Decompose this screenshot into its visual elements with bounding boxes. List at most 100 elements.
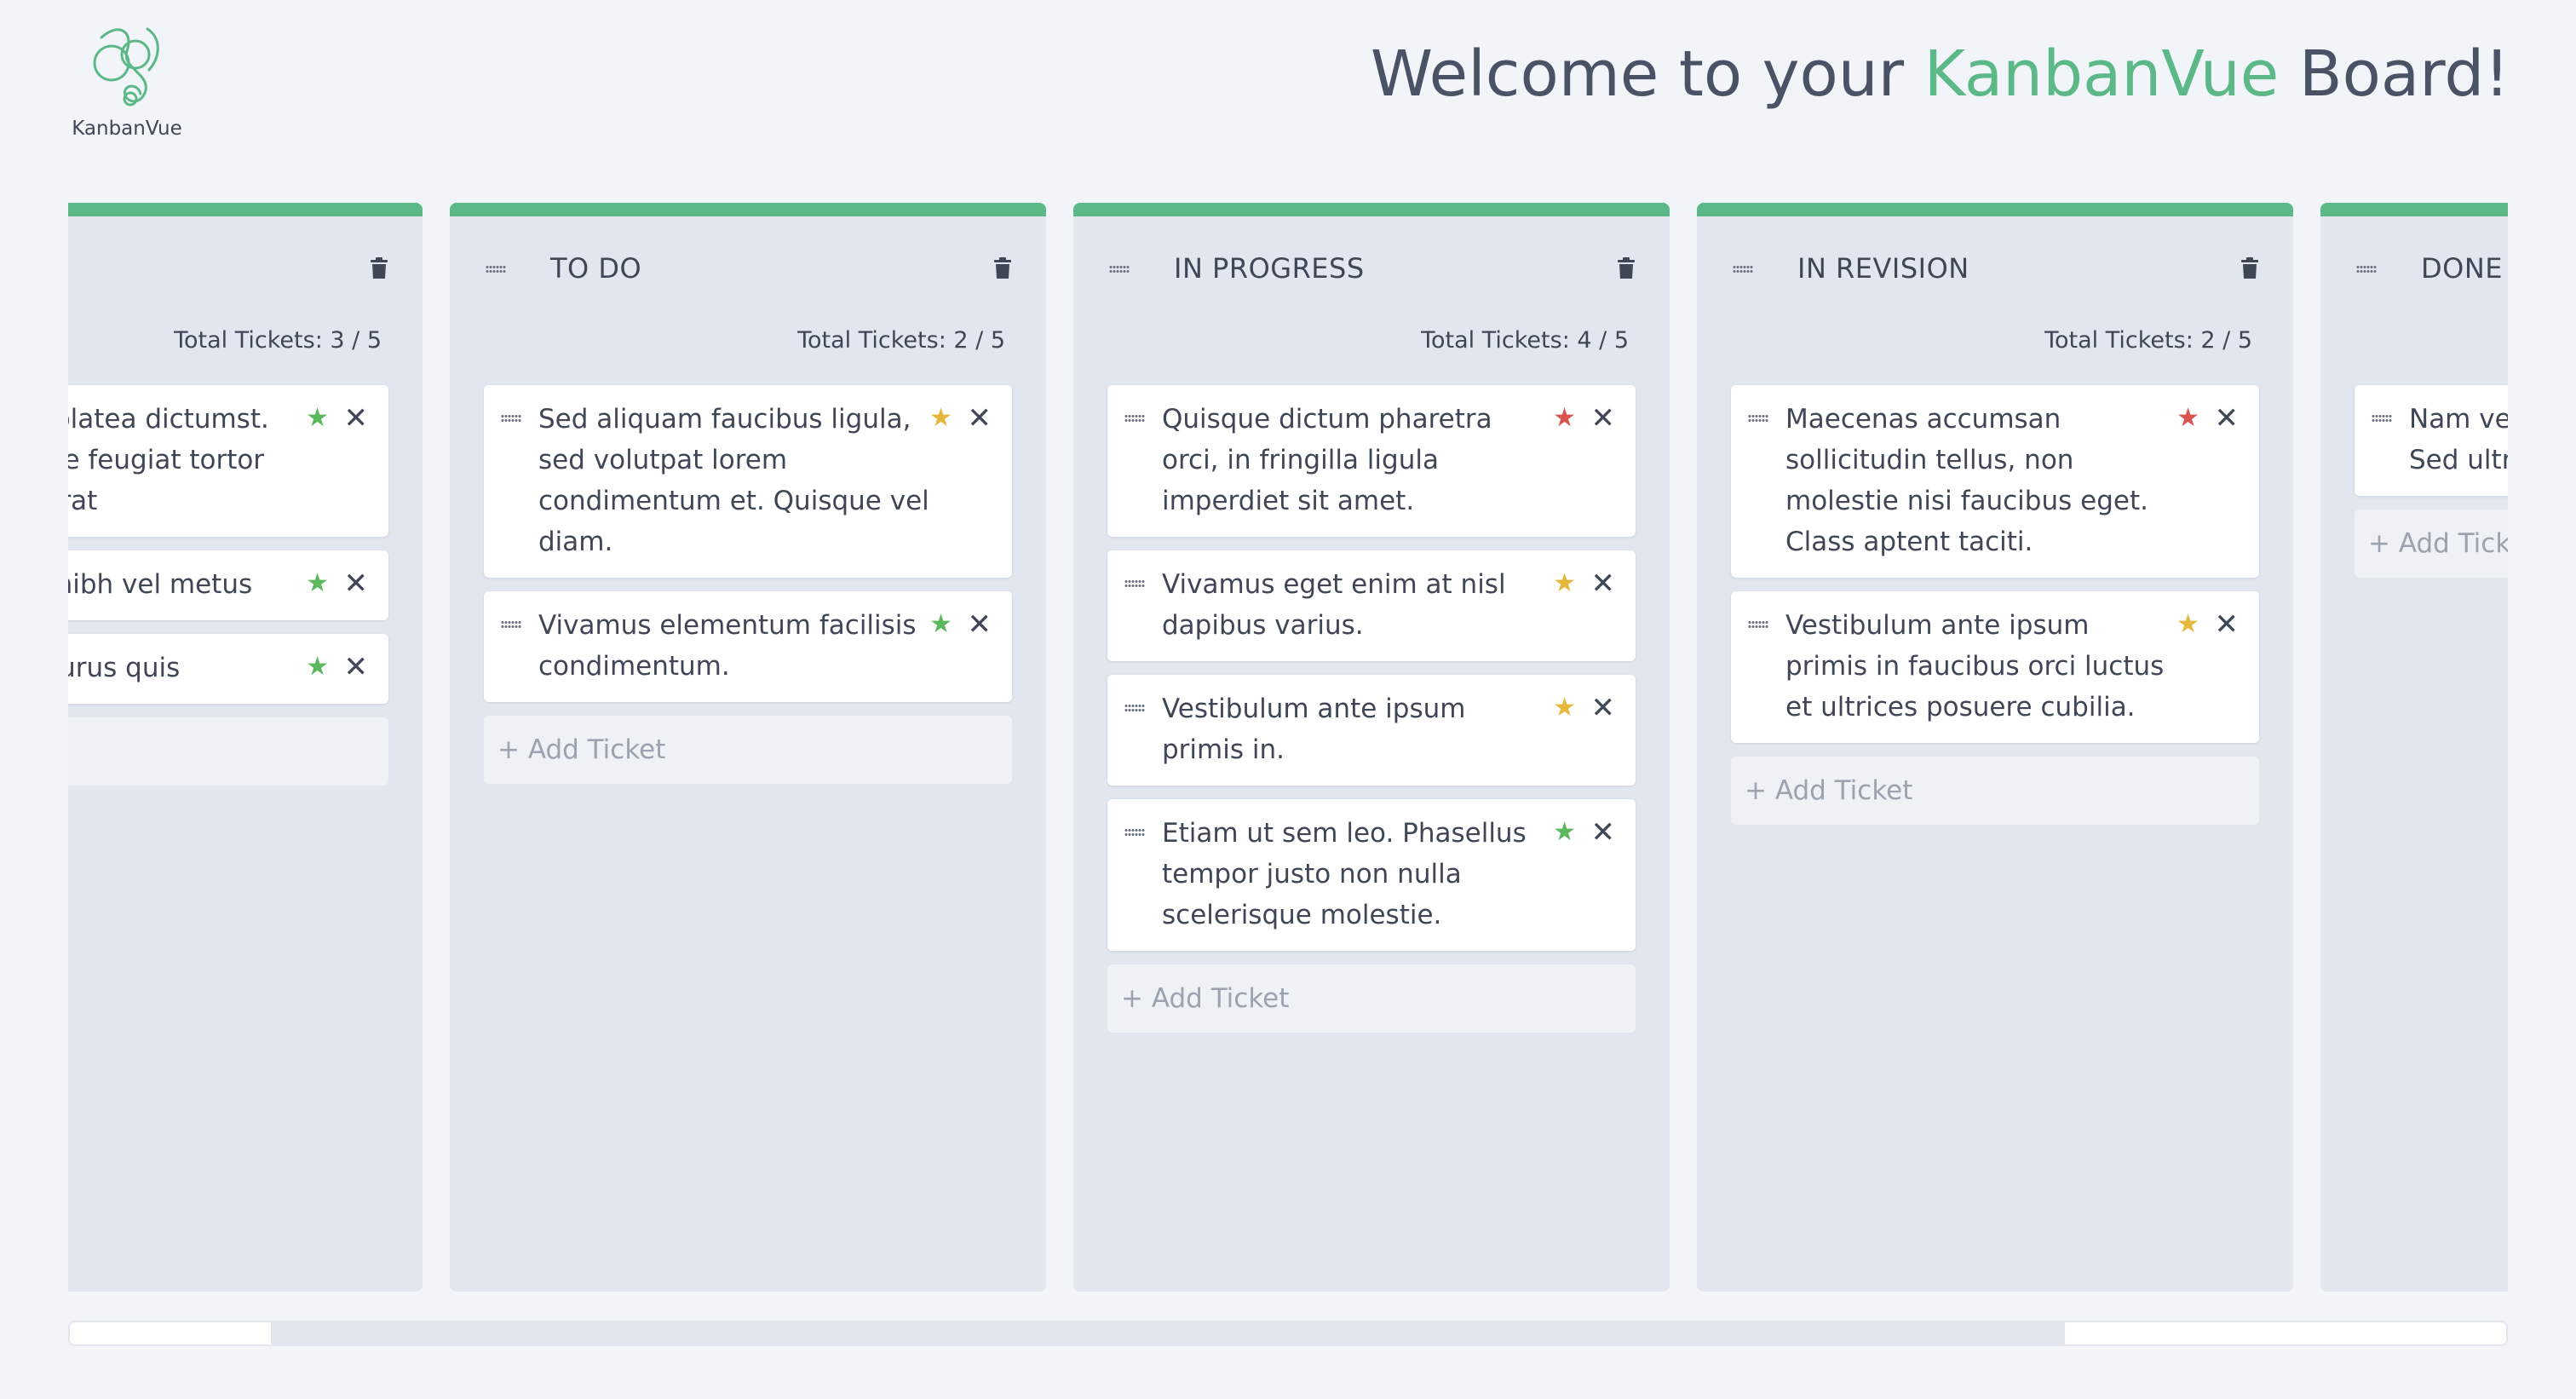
priority-star-icon[interactable]: ★ bbox=[1553, 820, 1576, 845]
ticket-card[interactable]: Maecenas accumsan sollicitudin tellus, n… bbox=[1731, 385, 2259, 578]
page-title: Welcome to your KanbanVue Board! bbox=[1371, 43, 2510, 106]
column-drag-handle-icon[interactable] bbox=[1733, 265, 1753, 273]
ticket-card[interactable]: Maecenas nibh vel metus★ ✕ bbox=[68, 550, 388, 620]
delete-column-trash-icon[interactable] bbox=[993, 257, 1012, 283]
ticket-text[interactable]: Nam vel ultricies luctus mi. Sed ultrice… bbox=[2409, 399, 2508, 481]
ticket-drag-handle-icon[interactable] bbox=[1124, 414, 1145, 423]
close-icon[interactable]: ✕ bbox=[344, 404, 369, 433]
ticket-drag-handle-icon[interactable] bbox=[2372, 414, 2392, 423]
column-header: DONE bbox=[2320, 250, 2508, 288]
column[interactable]: TO DO Total Tickets: 2 / 5 Sed aliquam fau… bbox=[450, 203, 1046, 1292]
ticket-list: Nam vel ultricies luctus mi. Sed ultrice… bbox=[2355, 385, 2508, 578]
close-icon[interactable]: ✕ bbox=[1591, 569, 1616, 598]
priority-star-icon[interactable]: ★ bbox=[306, 406, 329, 431]
column-header bbox=[68, 250, 423, 288]
column-title: TO DO bbox=[550, 252, 642, 285]
delete-column-trash-icon[interactable] bbox=[2240, 257, 2259, 283]
ticket-card[interactable]: Etiam ut sem leo. Phasellus tempor justo… bbox=[1107, 799, 1636, 951]
column[interactable]: IN REVISION Total Tickets: 2 / 5 Maecenas … bbox=[1697, 203, 2293, 1292]
column-header: TO DO bbox=[450, 250, 1046, 288]
ticket-drag-handle-icon[interactable] bbox=[1748, 414, 1768, 423]
ticket-card[interactable]: Vestibulum ante ipsum primis in. ★ ✕ bbox=[1107, 675, 1636, 786]
close-icon[interactable]: ✕ bbox=[1591, 818, 1616, 847]
welcome-suffix: Board! bbox=[2279, 37, 2510, 111]
kanbanvue-logo-icon bbox=[93, 27, 159, 107]
column-header: IN REVISION bbox=[1697, 250, 2293, 288]
ticket-list: Quisque dictum pharetra orci, in fringil… bbox=[1107, 385, 1636, 1033]
ticket-card[interactable]: Vivamus elementum facilisis condimentum.… bbox=[484, 591, 1012, 702]
priority-star-icon[interactable]: ★ bbox=[929, 406, 952, 431]
ticket-card[interactable]: Nam vel ultricies luctus mi. Sed ultrice… bbox=[2355, 385, 2508, 496]
ticket-text[interactable]: Vivamus eget enim at nisl dapibus varius… bbox=[1162, 564, 1554, 646]
total-tickets-count: Total Tickets: 4 / 5 bbox=[1421, 327, 1629, 354]
close-icon[interactable]: ✕ bbox=[2215, 404, 2240, 433]
delete-column-trash-icon[interactable] bbox=[1617, 257, 1636, 283]
ticket-card[interactable]: Sed aliquam faucibus ligula, sed volutpa… bbox=[484, 385, 1012, 578]
column[interactable]: DONE Nam vel ultricies luctus mi. Sed ult… bbox=[2320, 203, 2508, 1292]
column-drag-handle-icon[interactable] bbox=[2356, 265, 2377, 273]
ticket-text[interactable]: Donec at purus quis bbox=[68, 648, 307, 688]
logo-text: KanbanVue bbox=[72, 118, 182, 140]
column-title: IN PROGRESS bbox=[1174, 252, 1365, 285]
ticket-drag-handle-icon[interactable] bbox=[501, 620, 521, 629]
column-title: DONE bbox=[2421, 252, 2503, 285]
ticket-text[interactable]: Etiam ut sem leo. Phasellus tempor justo… bbox=[1162, 813, 1554, 936]
total-tickets-count: Total Tickets: 2 / 5 bbox=[2044, 327, 2252, 354]
column[interactable]: IN PROGRESS Total Tickets: 4 / 5 Quisque d… bbox=[1073, 203, 1670, 1292]
column[interactable]: Total Tickets: 3 / 5 Habitasse platea dic… bbox=[68, 203, 423, 1292]
ticket-list: Habitasse platea dictumst. Suspendisse f… bbox=[68, 385, 388, 786]
ticket-list: Sed aliquam faucibus ligula, sed volutpa… bbox=[484, 385, 1012, 784]
column-header: IN PROGRESS bbox=[1073, 250, 1670, 288]
add-ticket-button[interactable]: + Add Ticket bbox=[1107, 964, 1636, 1033]
add-ticket-button[interactable]: + Add Ticket bbox=[2355, 510, 2508, 578]
priority-star-icon[interactable]: ★ bbox=[306, 571, 329, 596]
close-icon[interactable]: ✕ bbox=[344, 569, 369, 598]
priority-star-icon[interactable]: ★ bbox=[1553, 406, 1576, 431]
priority-star-icon[interactable]: ★ bbox=[306, 654, 329, 680]
close-icon[interactable]: ✕ bbox=[344, 653, 369, 682]
ticket-card[interactable]: Quisque dictum pharetra orci, in fringil… bbox=[1107, 385, 1636, 537]
add-ticket-button[interactable]: + Add Ticket bbox=[1731, 757, 2259, 825]
ticket-text[interactable]: Quisque dictum pharetra orci, in fringil… bbox=[1162, 399, 1554, 521]
board-viewport: Total Tickets: 3 / 5 Habitasse platea dic… bbox=[68, 203, 2508, 1293]
delete-column-trash-icon[interactable] bbox=[370, 257, 388, 283]
ticket-card[interactable]: Donec at purus quis★ ✕ bbox=[68, 634, 388, 704]
ticket-text[interactable]: Sed aliquam faucibus ligula, sed volutpa… bbox=[538, 399, 930, 562]
add-ticket-button[interactable]: + Add Ticket bbox=[484, 716, 1012, 784]
priority-star-icon[interactable]: ★ bbox=[1553, 695, 1576, 721]
add-ticket-button[interactable] bbox=[68, 717, 388, 786]
total-tickets-count: Total Tickets: 2 / 5 bbox=[797, 327, 1005, 354]
ticket-drag-handle-icon[interactable] bbox=[1748, 620, 1768, 629]
column-drag-handle-icon[interactable] bbox=[486, 265, 506, 273]
ticket-card[interactable]: Vivamus eget enim at nisl dapibus varius… bbox=[1107, 550, 1636, 661]
welcome-prefix: Welcome to your bbox=[1370, 37, 1924, 111]
close-icon[interactable]: ✕ bbox=[2215, 610, 2240, 639]
close-icon[interactable]: ✕ bbox=[1591, 404, 1616, 433]
horizontal-scrollbar[interactable] bbox=[68, 1321, 2508, 1346]
total-tickets-count: Total Tickets: 3 / 5 bbox=[174, 327, 382, 354]
ticket-card[interactable]: Vestibulum ante ipsum primis in faucibus… bbox=[1731, 591, 2259, 743]
ticket-text[interactable]: Maecenas nibh vel metus bbox=[68, 564, 307, 605]
column-title: IN REVISION bbox=[1797, 252, 1969, 285]
ticket-card[interactable]: Habitasse platea dictumst. Suspendisse f… bbox=[68, 385, 388, 537]
ticket-drag-handle-icon[interactable] bbox=[1124, 579, 1145, 588]
close-icon[interactable]: ✕ bbox=[968, 404, 992, 433]
priority-star-icon[interactable]: ★ bbox=[929, 612, 952, 637]
priority-star-icon[interactable]: ★ bbox=[2176, 406, 2199, 431]
ticket-drag-handle-icon[interactable] bbox=[1124, 828, 1145, 837]
ticket-text[interactable]: Vestibulum ante ipsum primis in. bbox=[1162, 688, 1554, 770]
ticket-drag-handle-icon[interactable] bbox=[1124, 704, 1145, 712]
priority-star-icon[interactable]: ★ bbox=[1553, 571, 1576, 596]
welcome-brand: KanbanVue bbox=[1923, 37, 2280, 111]
ticket-text[interactable]: Habitasse platea dictumst. Suspendisse f… bbox=[68, 399, 307, 521]
close-icon[interactable]: ✕ bbox=[1591, 694, 1616, 723]
app-logo: KanbanVue bbox=[72, 22, 182, 140]
ticket-drag-handle-icon[interactable] bbox=[501, 414, 521, 423]
scrollbar-thumb[interactable] bbox=[271, 1322, 2065, 1344]
column-drag-handle-icon[interactable] bbox=[1109, 265, 1130, 273]
ticket-text[interactable]: Vestibulum ante ipsum primis in faucibus… bbox=[1785, 605, 2177, 728]
ticket-text[interactable]: Maecenas accumsan sollicitudin tellus, n… bbox=[1785, 399, 2177, 562]
ticket-text[interactable]: Vivamus elementum facilisis condimentum. bbox=[538, 605, 930, 687]
close-icon[interactable]: ✕ bbox=[968, 610, 992, 639]
priority-star-icon[interactable]: ★ bbox=[2176, 612, 2199, 637]
